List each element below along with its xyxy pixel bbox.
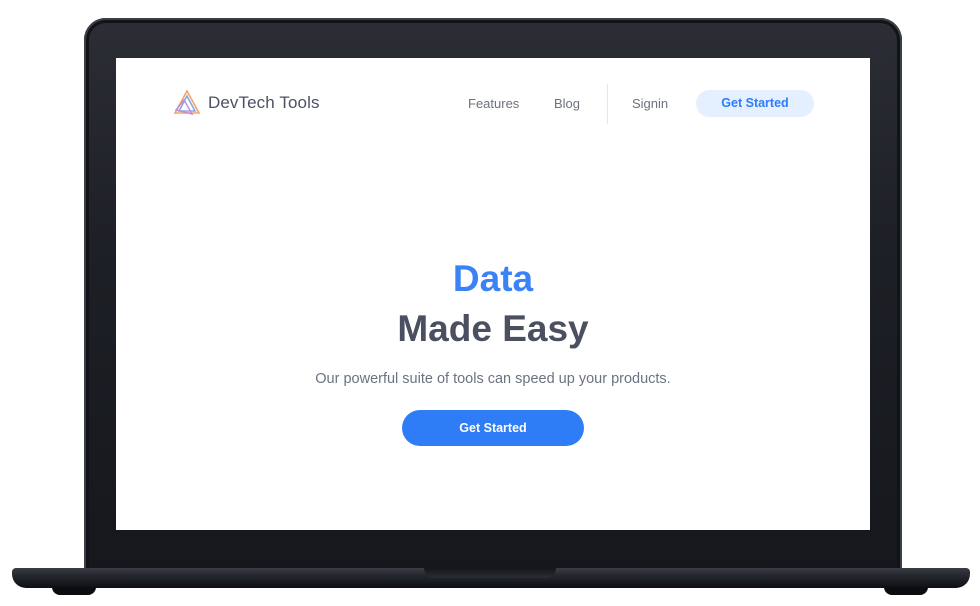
laptop-hinge-notch xyxy=(424,568,556,578)
nav-get-started-button[interactable]: Get Started xyxy=(696,90,814,117)
brand-name: DevTech Tools xyxy=(208,93,320,112)
hero-title: Made Easy xyxy=(397,308,589,349)
hero-title-highlight-text: Data xyxy=(444,258,542,299)
nav-divider xyxy=(607,84,608,124)
nav-features-link[interactable]: Features xyxy=(468,96,519,111)
hero-title-highlight: Data xyxy=(116,258,870,300)
nav-blog-link[interactable]: Blog xyxy=(554,96,580,111)
hero-subtitle: Our powerful suite of tools can speed up… xyxy=(315,371,671,387)
triangle-logo-icon xyxy=(173,89,201,116)
hero-get-started-button[interactable]: Get Started xyxy=(402,410,584,446)
top-navigation: DevTech Tools Features Blog Signin Get S… xyxy=(116,58,870,148)
laptop-foot-left xyxy=(52,587,96,595)
brand-logo[interactable]: DevTech Tools xyxy=(172,88,320,118)
laptop-screen: DevTech Tools Features Blog Signin Get S… xyxy=(116,58,870,530)
laptop-foot-right xyxy=(884,587,928,595)
nav-signin-link[interactable]: Signin xyxy=(632,96,668,111)
